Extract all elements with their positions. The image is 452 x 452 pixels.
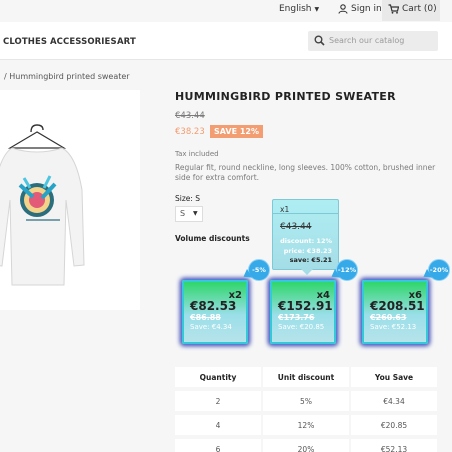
table-cell-quantity: 4 — [175, 415, 261, 435]
table-header-unit-discount: Unit discount — [263, 367, 349, 387]
tooltip-price: price: €38.23 — [283, 247, 332, 255]
table-cell-you-save: €52.13 — [351, 439, 437, 452]
card-save: Save: €52.13 — [370, 323, 417, 331]
table-cell-unit-discount: 5% — [263, 391, 349, 411]
nav-item-clothes[interactable]: CLOTHES — [3, 37, 47, 47]
card-old-price: €260.63 — [370, 313, 407, 322]
table-cell-quantity: 2 — [175, 391, 261, 411]
volume-card-x2[interactable]: x2 €82.53 €86.88 Save: €4.34 — [182, 280, 248, 344]
tooltip-discount: discount: 12% — [280, 237, 332, 245]
tooltip-save: save: €5.21 — [289, 256, 332, 264]
card-old-price: €86.88 — [190, 313, 221, 322]
nav-item-accessories[interactable]: ACCESSORIES — [50, 37, 117, 47]
tax-label: Tax included — [175, 150, 219, 158]
volume-card-x6[interactable]: x6 €208.51 €260.63 Save: €52.13 — [362, 280, 428, 344]
card-save: Save: €4.34 — [190, 323, 232, 331]
card-discount-badge: -5% — [248, 259, 270, 281]
table-row: 4 12% €20.85 — [175, 415, 437, 435]
user-icon — [338, 4, 348, 14]
volume-card-x4[interactable]: x4 €152.91 €173.76 Save: €20.85 — [270, 280, 336, 344]
table-header-you-save: You Save — [351, 367, 437, 387]
table-cell-you-save: €4.34 — [351, 391, 437, 411]
table-cell-unit-discount: 20% — [263, 439, 349, 452]
breadcrumb: / Hummingbird printed sweater — [4, 72, 130, 81]
regular-price: €43.44 — [175, 111, 205, 121]
card-price: €152.91 — [278, 299, 333, 313]
language-selector[interactable]: English ▼ — [279, 4, 319, 14]
table-row: 2 5% €4.34 — [175, 391, 437, 411]
table-cell-you-save: €20.85 — [351, 415, 437, 435]
product-image[interactable] — [0, 90, 140, 310]
size-select[interactable]: S ▼ — [175, 206, 203, 222]
tooltip-old-price: €43.44 — [280, 222, 312, 232]
card-discount-badge: -20% — [428, 259, 450, 281]
size-label: Size: S — [175, 194, 201, 203]
sweater-image — [0, 124, 85, 286]
tooltip-divider — [273, 213, 338, 214]
search-icon — [314, 35, 325, 46]
caret-down-icon: ▼ — [193, 210, 198, 217]
volume-discounts-label: Volume discounts — [175, 234, 250, 243]
card-price: €208.51 — [370, 299, 425, 313]
signin-label: Sign in — [351, 4, 382, 14]
table-header-row: Quantity Unit discount You Save — [175, 367, 437, 387]
card-discount-badge: -12% — [336, 259, 358, 281]
language-label: English — [279, 4, 312, 14]
card-price: €82.53 — [190, 299, 237, 313]
volume-discount-table: Quantity Unit discount You Save 2 5% €4.… — [175, 367, 437, 452]
nav-item-art[interactable]: ART — [117, 37, 136, 47]
top-bar: English ▼ Sign in Cart (0) — [0, 0, 452, 22]
card-save: Save: €20.85 — [278, 323, 325, 331]
cart-icon — [388, 4, 399, 14]
cart-button[interactable]: Cart (0) — [382, 0, 440, 21]
product-description: Regular fit, round neckline, long sleeve… — [175, 163, 436, 182]
size-select-value: S — [180, 209, 186, 218]
price-tooltip: x1 €43.44 discount: 12% price: €38.23 sa… — [272, 199, 339, 275]
signin-link[interactable]: Sign in — [338, 4, 382, 14]
table-cell-unit-discount: 12% — [263, 415, 349, 435]
table-header-quantity: Quantity — [175, 367, 261, 387]
table-cell-quantity: 6 — [175, 439, 261, 452]
discount-badge: SAVE 12% — [210, 125, 263, 138]
current-price: €38.23 — [175, 127, 205, 137]
table-row: 6 20% €52.13 — [175, 439, 437, 452]
cart-label: Cart (0) — [402, 4, 437, 14]
caret-down-icon: ▼ — [314, 5, 320, 13]
search-box[interactable]: Search our catalog — [308, 31, 438, 51]
product-title: HUMMINGBIRD PRINTED SWEATER — [175, 90, 396, 103]
card-old-price: €173.76 — [278, 313, 315, 322]
search-input[interactable]: Search our catalog — [329, 36, 404, 45]
